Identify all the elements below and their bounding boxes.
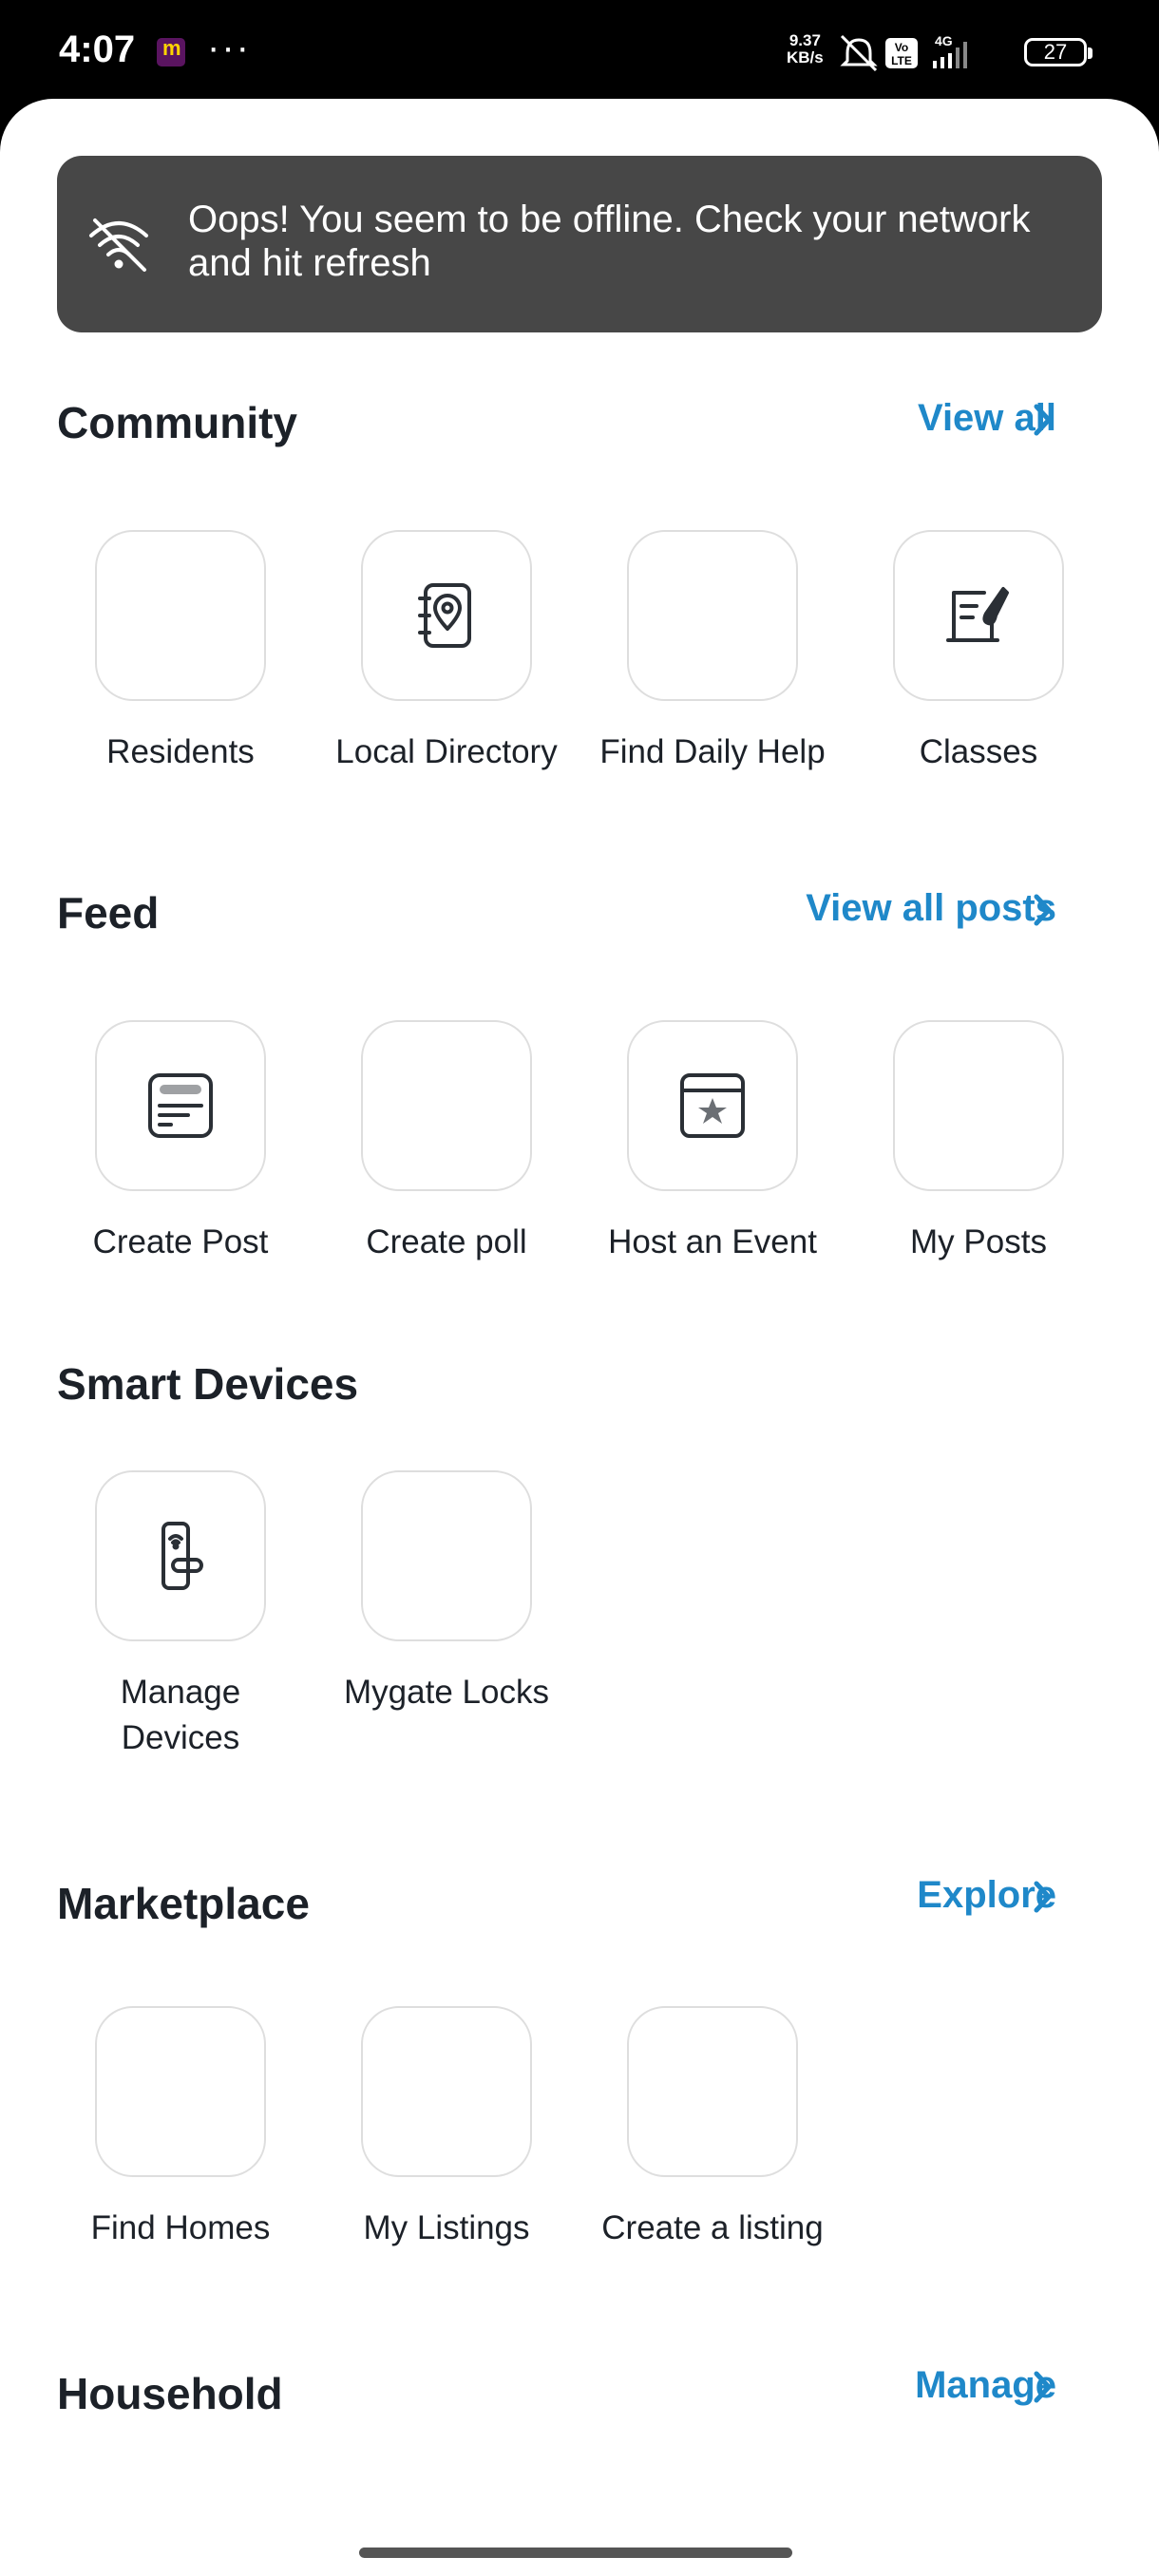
tile-label: Local Directory (335, 733, 558, 770)
battery-icon: 27 (1024, 38, 1092, 66)
marketplace-title: Marketplace (57, 1879, 310, 1928)
tile-label: My Listings (363, 2209, 530, 2246)
status-bar: 4:07 ··· 9.37 KB/s Vo LTE 4G 27 (0, 0, 1159, 104)
mute-icon (840, 34, 878, 72)
signal-icon: 4G (933, 33, 967, 68)
tile-label: Create poll (366, 1223, 527, 1260)
tile-label: Residents (106, 733, 255, 770)
bottom-sheet (0, 99, 1159, 2576)
find-daily-help-icon-box[interactable] (627, 530, 798, 701)
residents-icon-box[interactable] (95, 530, 266, 701)
my-posts-icon-box[interactable] (893, 1020, 1064, 1191)
wifi-off-icon (89, 218, 148, 272)
create-a-listing-icon-box[interactable] (627, 2006, 798, 2177)
document-text-icon (148, 1073, 213, 1138)
status-time: 4:07 (59, 28, 136, 70)
classes-icon-box[interactable] (893, 530, 1064, 701)
app-notification-icon (157, 36, 185, 66)
network-speed-unit: KB/s (787, 48, 824, 66)
manage-devices-icon-box[interactable] (95, 1470, 266, 1641)
svg-text:Vo: Vo (895, 41, 908, 54)
create-post-icon-box[interactable] (95, 1020, 266, 1191)
tile-label: Create a listing (601, 2209, 824, 2246)
find-homes-icon-box[interactable] (95, 2006, 266, 2177)
community-title: Community (57, 398, 297, 447)
host-an-event-icon-box[interactable] (627, 1020, 798, 1191)
chevron-right-icon[interactable] (1028, 401, 1056, 439)
offline-toast: Oops! You seem to be offline. Check your… (57, 156, 1102, 332)
svg-text:LTE: LTE (891, 54, 912, 67)
network-speed: 9.37 KB/s (787, 32, 824, 66)
home-indicator[interactable] (359, 2548, 792, 2558)
volte-icon: Vo LTE (885, 38, 918, 68)
tile-label: Mygate Locks (344, 1674, 549, 1711)
tile-label: Manage Devices (120, 1674, 241, 1756)
tile-label: Find Homes (90, 2209, 271, 2246)
chevron-right-icon[interactable] (1028, 891, 1056, 929)
tile-label: Create Post (92, 1223, 269, 1260)
create-poll-icon-box[interactable] (361, 1020, 532, 1191)
mygate-locks-icon-box[interactable] (361, 1470, 532, 1641)
smart-lock-icon (162, 1522, 203, 1590)
smart-devices-title: Smart Devices (57, 1359, 359, 1409)
offline-message: Oops! You seem to be offline. Check your… (188, 199, 1031, 284)
chevron-right-icon[interactable] (1028, 1878, 1056, 1916)
book-brush-icon (946, 587, 1009, 642)
map-pin-book-icon (418, 583, 471, 648)
feed-view-all-posts-link[interactable]: View all posts (806, 887, 1056, 930)
chevron-right-icon[interactable] (1028, 2368, 1056, 2406)
my-listings-icon-box[interactable] (361, 2006, 532, 2177)
local-directory-icon-box[interactable] (361, 530, 532, 701)
household-title: Household (57, 2369, 283, 2418)
feed-title: Feed (57, 888, 160, 938)
tile-label: My Posts (910, 1223, 1047, 1260)
tile-label: Classes (919, 733, 1038, 770)
tile-label: Find Daily Help (599, 733, 826, 770)
tile-label: Host an Event (608, 1223, 817, 1260)
more-notifications-icon: ··· (207, 27, 251, 68)
svg-text:4G: 4G (935, 33, 953, 48)
network-speed-value: 9.37 (788, 31, 821, 49)
calendar-star-icon (680, 1073, 745, 1138)
